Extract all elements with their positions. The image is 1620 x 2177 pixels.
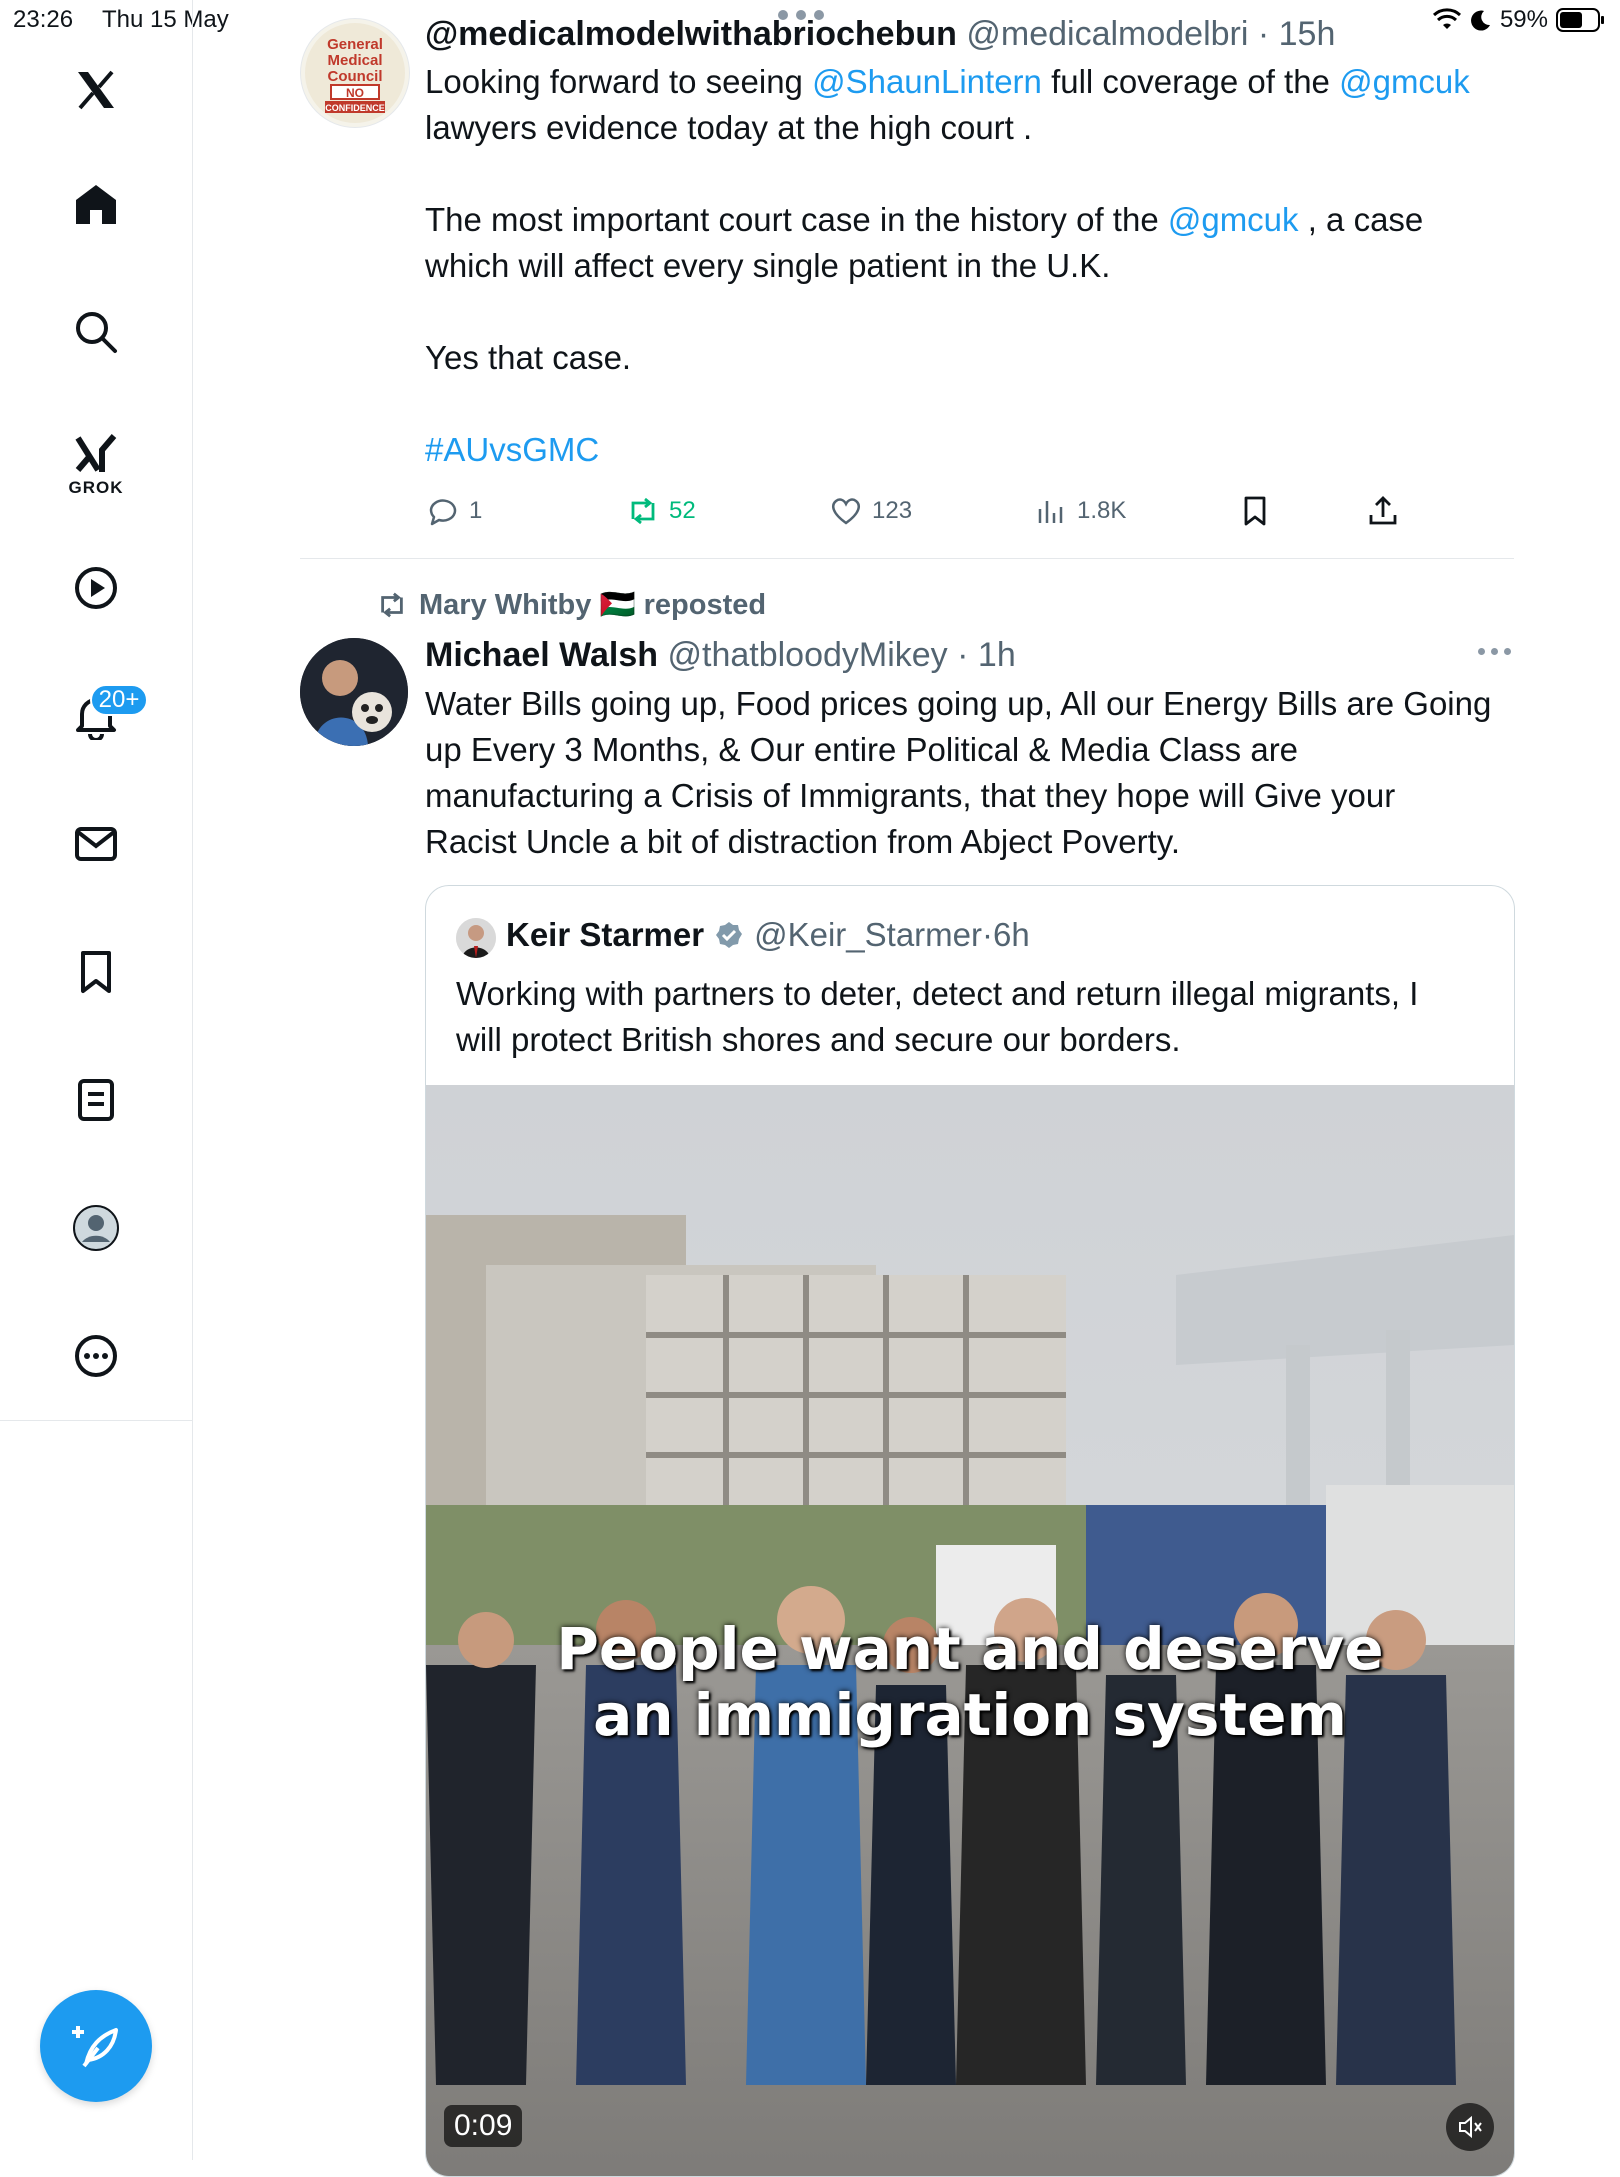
tweet1-text: full coverage of the xyxy=(1041,63,1340,100)
hashtag-link[interactable]: #AUvsGMC xyxy=(425,427,1515,473)
reply-count: 1 xyxy=(469,497,483,524)
compose-feather-icon xyxy=(72,2026,118,2068)
repost-icon xyxy=(631,497,655,525)
like-heart-icon xyxy=(832,498,860,525)
wifi-icon xyxy=(1432,8,1461,29)
tweet1-handle[interactable]: @medicalmodelbri xyxy=(966,15,1248,53)
repost-context: Mary Whitby 🇵🇸 reposted xyxy=(375,588,766,622)
lists-icon[interactable] xyxy=(60,1064,132,1136)
compose-post-button[interactable] xyxy=(40,1990,152,2102)
tweet2-header: Michael Walsh @thatbloodyMikey · 1h xyxy=(425,636,1016,674)
views-button[interactable]: 1.8K xyxy=(1033,488,1126,534)
bookmark-button[interactable] xyxy=(1237,488,1273,534)
tweet2-handle[interactable]: @thatbloodyMikey xyxy=(667,636,947,674)
moon-icon xyxy=(1470,10,1490,31)
like-count: 123 xyxy=(872,497,913,524)
avatar-text-1: General xyxy=(327,36,383,53)
tweet2-avatar[interactable] xyxy=(300,638,408,746)
quote-avatar xyxy=(456,918,496,958)
bookmarks-icon[interactable] xyxy=(60,936,132,1008)
mention-link[interactable]: @gmcuk xyxy=(1339,63,1470,100)
tweet1-text: Looking forward to seeing xyxy=(425,63,813,100)
quote-display-name: Keir Starmer xyxy=(506,916,705,953)
battery-percent: 59% xyxy=(1499,6,1548,33)
notifications-badge: 20+ xyxy=(90,684,148,716)
sidebar-divider xyxy=(0,1420,192,1421)
views-chart-icon xyxy=(1038,501,1063,523)
reply-button[interactable]: 1 xyxy=(425,488,482,534)
quote-handle: @Keir_Starmer xyxy=(754,916,982,953)
repost-by-label[interactable]: Mary Whitby 🇵🇸 reposted xyxy=(419,588,766,622)
quote-video[interactable]: People want and deserve an immigration s… xyxy=(426,1085,1514,2176)
tweet2-line: Water Bills going up, Food prices going … xyxy=(425,685,1492,722)
quoted-tweet-card[interactable]: Keir Starmer @Keir_Starmer·6h Working wi… xyxy=(425,885,1515,2177)
quote-body: Working with partners to deter, detect a… xyxy=(456,971,1496,1063)
video-timestamp: 0:09 xyxy=(444,2105,523,2147)
tweet1-time[interactable]: 15h xyxy=(1279,15,1336,53)
bookmark-icon xyxy=(1244,496,1266,526)
profile-avatar-icon[interactable] xyxy=(60,1192,132,1264)
quote-line: will protect British shores and secure o… xyxy=(456,1021,1181,1058)
grok-label: GROK xyxy=(68,478,124,497)
mention-link[interactable]: @gmcuk xyxy=(1168,201,1299,238)
tweet1-display-name[interactable]: @medicalmodelwithabriochebun xyxy=(425,15,957,53)
video-play-icon[interactable] xyxy=(60,552,132,624)
sidebar-nav: GROK 20+ xyxy=(0,0,193,2160)
repost-small-icon xyxy=(381,592,403,618)
repost-count: 52 xyxy=(669,497,696,524)
avatar-text-3: Council xyxy=(328,68,383,85)
status-indicators: 59% xyxy=(1432,4,1620,36)
repost-button[interactable]: 52 xyxy=(625,488,696,534)
tweet-divider xyxy=(300,558,1514,559)
mention-link[interactable]: @ShaunLintern xyxy=(812,63,1042,100)
avatar-text-5: CONFIDENCE xyxy=(325,103,385,113)
like-button[interactable]: 123 xyxy=(828,488,912,534)
tweet1-line5: Yes that case. xyxy=(425,339,632,376)
tweet2-time[interactable]: 1h xyxy=(978,636,1016,674)
mute-button[interactable] xyxy=(1446,2103,1494,2151)
battery-icon xyxy=(1556,8,1604,32)
avatar-text-2: Medical xyxy=(327,52,382,69)
tweet2-display-name[interactable]: Michael Walsh xyxy=(425,636,658,674)
views-count: 1.8K xyxy=(1077,497,1127,524)
tweet1-body: Looking forward to seeing @ShaunLintern … xyxy=(425,59,1515,473)
tweet1-avatar[interactable]: General Medical Council NO CONFIDENCE xyxy=(300,18,410,128)
muted-speaker-icon xyxy=(1459,2115,1482,2139)
tweet1-action-bar: 1 52 123 1.8K xyxy=(425,488,1425,534)
avatar-text-4: NO xyxy=(346,86,364,100)
tweet2-line: manufacturing a Crisis of Immigrants, th… xyxy=(425,777,1396,814)
more-circle-icon[interactable] xyxy=(60,1320,132,1392)
home-icon[interactable] xyxy=(60,168,132,240)
share-button[interactable] xyxy=(1365,488,1401,534)
video-caption-line1: People want and deserve xyxy=(556,1615,1384,1683)
quote-time: 6h xyxy=(993,916,1030,953)
tweet1-line3: The most important court case in the his… xyxy=(425,197,1515,243)
quote-header: Keir Starmer @Keir_Starmer·6h xyxy=(506,912,1030,958)
tweet1-text: , a case xyxy=(1298,201,1424,238)
tweet2-body: Water Bills going up, Food prices going … xyxy=(425,681,1520,865)
video-caption-line2: an immigration system xyxy=(593,1681,1347,1749)
tweet1-line2: lawyers evidence today at the high court… xyxy=(425,109,1033,146)
tweet2-line: Racist Uncle a bit of distraction from A… xyxy=(425,823,1181,860)
search-icon[interactable] xyxy=(60,296,132,368)
messages-mail-icon[interactable] xyxy=(60,808,132,880)
verified-badge-icon xyxy=(716,922,743,948)
tweet1-text: The most important court case in the his… xyxy=(425,201,1168,238)
reply-icon xyxy=(429,499,457,526)
tweet1-line4: which will affect every single patient i… xyxy=(425,247,1111,284)
share-upload-icon xyxy=(1369,496,1397,525)
x-logo-icon[interactable] xyxy=(60,54,132,126)
quote-line: Working with partners to deter, detect a… xyxy=(456,975,1419,1012)
tweet2-more-icon[interactable] xyxy=(1478,648,1511,655)
tweet1-line1: Looking forward to seeing @ShaunLintern … xyxy=(425,59,1515,105)
tweet2-line: up Every 3 Months, & Our entire Politica… xyxy=(425,731,1299,768)
tweet1-header: @medicalmodelwithabriochebun @medicalmod… xyxy=(425,15,1336,53)
